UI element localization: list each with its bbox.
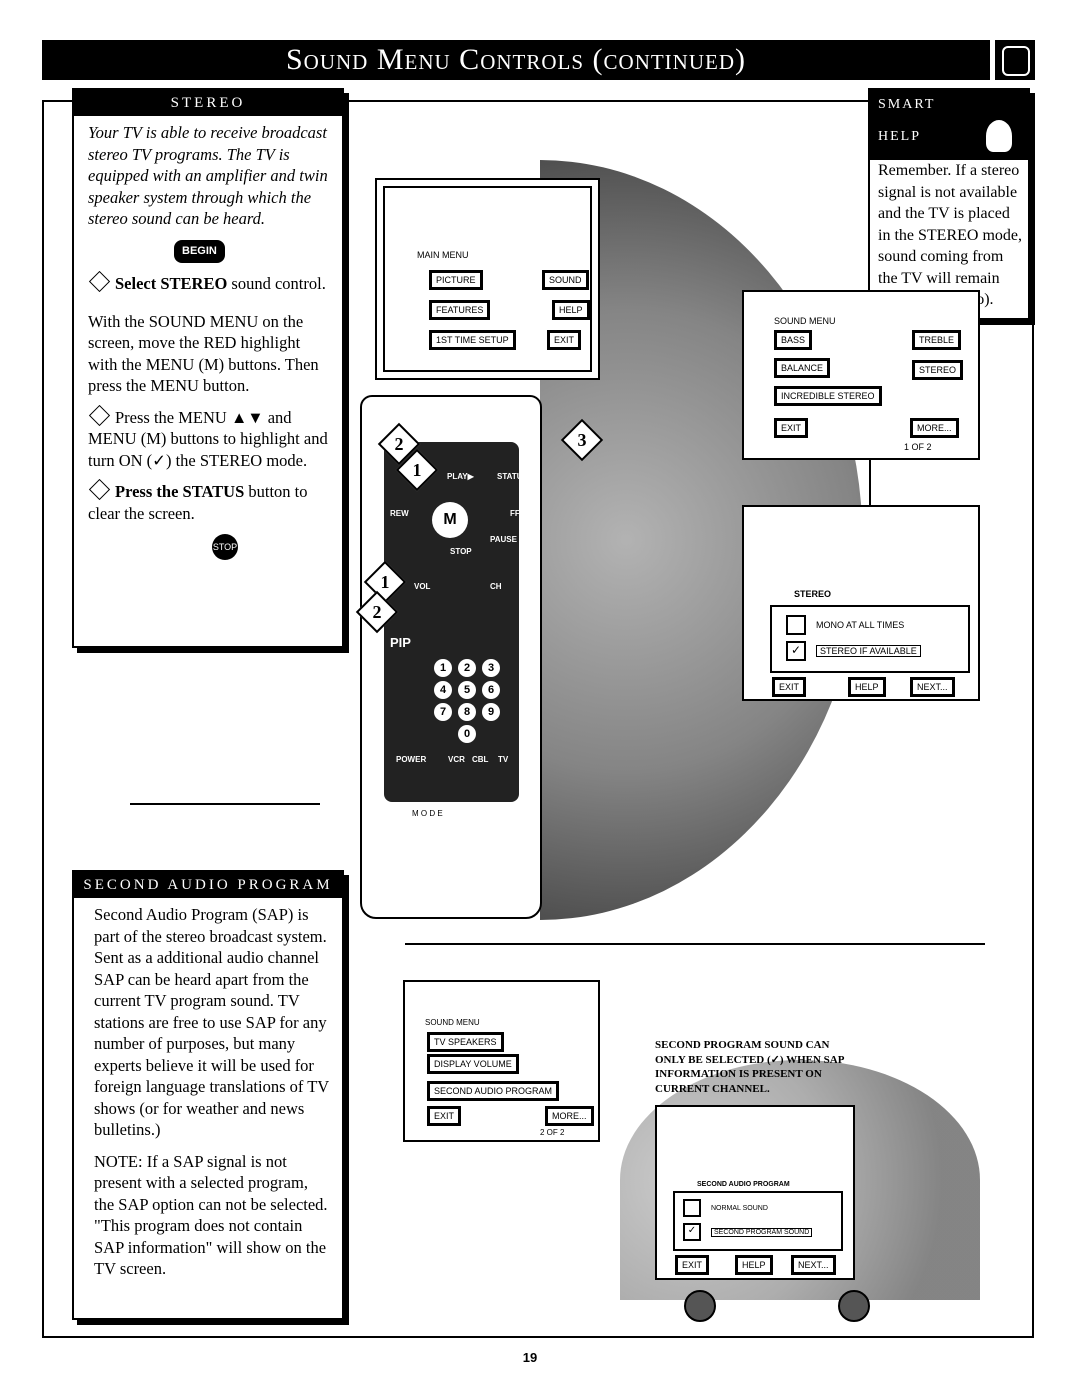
rew-button-label[interactable]: REW — [390, 509, 409, 518]
menu-more[interactable]: MORE... — [910, 418, 959, 438]
menu-more[interactable]: MORE... — [545, 1106, 594, 1126]
tv-button-label[interactable]: TV — [498, 755, 508, 764]
mode-label: M O D E — [412, 809, 443, 818]
key-0[interactable]: 0 — [458, 725, 476, 743]
sap-screen: SECOND AUDIO PROGRAM NORMAL SOUND ✓ SECON… — [655, 1105, 855, 1280]
option-stereo[interactable]: ✓ STEREO IF AVAILABLE — [786, 641, 921, 661]
begin-badge: BEGIN — [174, 239, 225, 263]
key-7[interactable]: 7 — [434, 703, 452, 721]
menu-picture[interactable]: PICTURE — [429, 270, 483, 290]
menu-features[interactable]: FEATURES — [429, 300, 491, 320]
smart-help-header1: SMART — [878, 97, 936, 112]
menu-tv-speakers[interactable]: TV SPEAKERS — [427, 1032, 504, 1052]
key-6[interactable]: 6 — [482, 681, 500, 699]
page-indicator: 1 OF 2 — [904, 442, 932, 452]
menu-treble[interactable]: TREBLE — [912, 330, 962, 350]
sound-menu-label: SOUND MENU — [425, 1018, 480, 1027]
smart-help-panel: SMART HELP Remember. If a stereo signal … — [868, 88, 1030, 320]
step1-detail: With the SOUND MENU on the screen, move … — [88, 311, 319, 396]
page-title: Sound Menu Controls (continued) — [42, 40, 990, 80]
main-menu-label: MAIN MENU — [417, 250, 469, 260]
menu-stereo[interactable]: STEREO — [912, 360, 964, 380]
power-button-label[interactable]: POWER — [396, 755, 426, 764]
menu-help[interactable]: HELP — [552, 300, 590, 320]
stop-icon: STOP — [212, 534, 238, 560]
menu-m-button[interactable]: M — [432, 502, 468, 538]
menu-incredible-stereo[interactable]: INCREDIBLE STEREO — [774, 386, 882, 406]
ff-button-label[interactable]: FF — [510, 509, 520, 518]
pip-label: PIP — [390, 635, 411, 650]
stereo-screen: STEREO MONO AT ALL TIMES ✓ STEREO IF AVAI… — [742, 505, 980, 701]
menu-exit[interactable]: EXIT — [427, 1106, 462, 1126]
step1-bold: Select STEREO — [115, 274, 228, 293]
menu-balance[interactable]: BALANCE — [774, 358, 831, 378]
stereo-panel: STEREO Your TV is able to receive broadc… — [72, 88, 344, 648]
stereo-header: STEREO — [74, 90, 342, 116]
tv-icon — [995, 40, 1035, 80]
vol-button-label[interactable]: VOL — [414, 582, 430, 591]
stereo-screen-label: STEREO — [794, 589, 832, 599]
page-number: 19 — [522, 1350, 538, 1365]
option-mono[interactable]: MONO AT ALL TIMES — [786, 615, 904, 635]
key-3[interactable]: 3 — [482, 659, 500, 677]
exit-button[interactable]: EXIT — [675, 1255, 710, 1275]
menu-display-volume[interactable]: DISPLAY VOLUME — [427, 1054, 519, 1074]
menu-exit[interactable]: EXIT — [774, 418, 809, 438]
exit-button[interactable]: EXIT — [772, 677, 807, 697]
key-8[interactable]: 8 — [458, 703, 476, 721]
sap-text: Second Audio Program (SAP) is part of th… — [94, 905, 329, 1139]
divider — [405, 943, 985, 945]
vcr-button-label[interactable]: VCR — [448, 755, 465, 764]
help-button[interactable]: HELP — [735, 1255, 773, 1275]
sap-caption: SECOND PROGRAM SOUND CAN ONLY BE SELECTE… — [655, 1039, 844, 1095]
key-4[interactable]: 4 — [434, 681, 452, 699]
remote-keypad: M — [384, 442, 519, 802]
menu-second-audio-program[interactable]: SECOND AUDIO PROGRAM — [427, 1081, 560, 1101]
stereo-intro: Your TV is able to receive broadcast ste… — [88, 123, 328, 228]
menu-bass[interactable]: BASS — [774, 330, 813, 350]
menu-sound[interactable]: SOUND — [542, 270, 589, 290]
stop-button-label[interactable]: STOP — [450, 547, 472, 556]
key-5[interactable]: 5 — [458, 681, 476, 699]
lightbulb-icon — [984, 118, 1014, 154]
option-normal-sound[interactable]: NORMAL SOUND — [683, 1199, 768, 1217]
step-2-icon — [88, 404, 111, 426]
page-indicator: 2 OF 2 — [540, 1128, 565, 1137]
key-2[interactable]: 2 — [458, 659, 476, 677]
cbl-button-label[interactable]: CBL — [472, 755, 488, 764]
remote-control: M PLAY▶ STATUS REW FF STOP PAUSE VOL CH … — [355, 395, 604, 919]
step2-text: Press the MENU ▲▼ and MENU (M) buttons t… — [88, 407, 328, 470]
menu-exit[interactable]: EXIT — [547, 330, 582, 350]
step-1-icon — [88, 270, 111, 293]
step-3-icon — [88, 478, 111, 501]
key-9[interactable]: 9 — [482, 703, 500, 721]
speaker-icon — [838, 1290, 870, 1322]
key-1[interactable]: 1 — [434, 659, 452, 677]
sound-menu-1-screen: SOUND MENU BASS TREBLE BALANCE STEREO IN… — [742, 290, 980, 460]
sap-screen-label: SECOND AUDIO PROGRAM — [697, 1181, 790, 1188]
menu-first-time-setup[interactable]: 1ST TIME SETUP — [429, 330, 516, 350]
step1-rest: sound control. — [227, 274, 326, 293]
manual-page: { "title": "Sound Menu Controls (continu… — [0, 0, 1080, 1397]
ch-button-label[interactable]: CH — [490, 582, 502, 591]
help-button[interactable]: HELP — [848, 677, 886, 697]
play-button-label[interactable]: PLAY▶ — [447, 472, 474, 481]
sap-header: SECOND AUDIO PROGRAM — [74, 872, 342, 898]
next-button[interactable]: NEXT... — [791, 1255, 836, 1275]
sap-note: NOTE: If a SAP signal is not present wit… — [94, 1151, 328, 1279]
sound-menu-label: SOUND MENU — [774, 316, 836, 326]
status-button-label[interactable]: STATUS — [497, 472, 528, 481]
divider — [130, 803, 320, 805]
sound-menu-2-screen: SOUND MENU TV SPEAKERS DISPLAY VOLUME SE… — [403, 980, 600, 1142]
sap-panel: SECOND AUDIO PROGRAM Second Audio Progra… — [72, 870, 344, 1320]
main-menu-screen: MAIN MENU PICTURE SOUND FEATURES HELP 1S… — [375, 178, 600, 380]
next-button[interactable]: NEXT... — [910, 677, 955, 697]
step3-bold: Press the STATUS — [115, 482, 245, 501]
pause-button-label[interactable]: PAUSE — [490, 535, 517, 544]
smart-help-text: Remember. If a stereo signal is not avai… — [878, 162, 1022, 308]
option-second-program-sound[interactable]: ✓ SECOND PROGRAM SOUND — [683, 1223, 813, 1241]
speaker-icon — [684, 1290, 716, 1322]
